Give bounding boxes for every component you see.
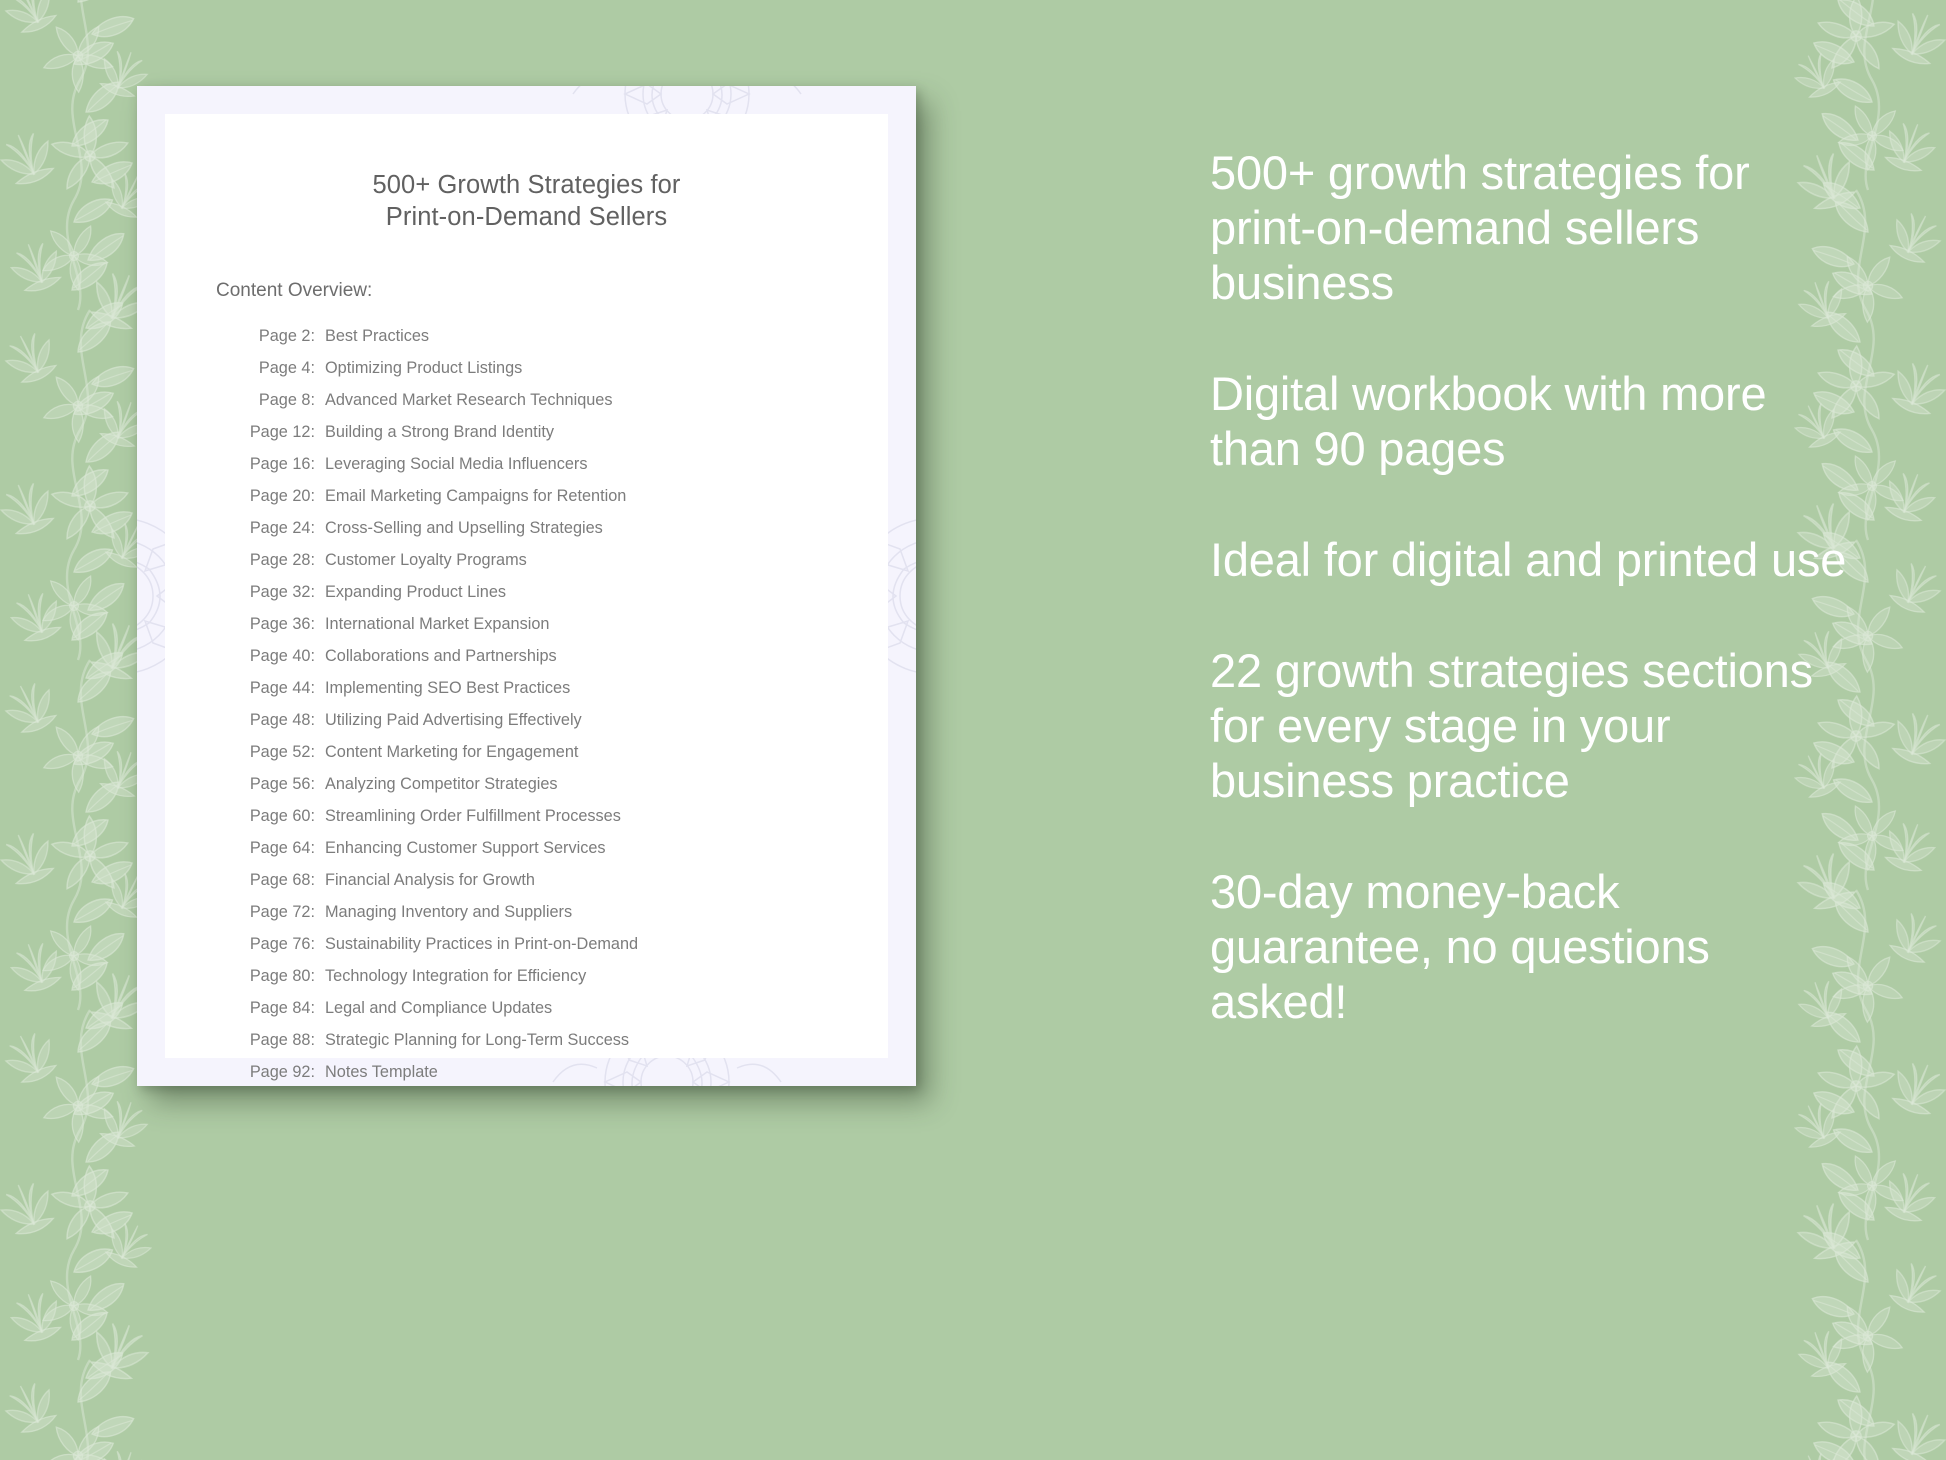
toc-row[interactable]: Page 68: Financial Analysis for Growth bbox=[241, 864, 888, 896]
toc-entry-title: Technology Integration for Efficiency bbox=[325, 966, 587, 985]
toc-page-number: Page 40: bbox=[249, 646, 315, 665]
toc-entry-title: Enhancing Customer Support Services bbox=[325, 838, 606, 857]
toc-entry-title: Email Marketing Campaigns for Retention bbox=[325, 486, 627, 505]
toc-page-number: Page 20: bbox=[249, 486, 315, 505]
toc-entry-title: Advanced Market Research Techniques bbox=[325, 391, 613, 410]
toc-page-number: Page 72: bbox=[249, 902, 315, 921]
toc-entry-title: Leveraging Social Media Influencers bbox=[325, 455, 588, 473]
toc-page-number: Page 52: bbox=[249, 742, 315, 761]
toc-entry-title: Building a Strong Brand Identity bbox=[325, 423, 554, 442]
toc-row[interactable]: Page 20: Email Marketing Campaigns for Re… bbox=[241, 480, 888, 512]
toc-page-number: Page 88: bbox=[249, 1030, 315, 1049]
toc-entry-title: International Market Expansion bbox=[325, 614, 550, 633]
toc-entry-title: Expanding Product Lines bbox=[325, 582, 507, 601]
toc-page-number: Page 32: bbox=[249, 582, 315, 601]
toc-page-number: Page 8: bbox=[258, 391, 315, 410]
toc-page-number: Page 64: bbox=[249, 838, 315, 857]
toc-row[interactable]: Page 88: Strategic Planning for Long-Term… bbox=[241, 1024, 888, 1056]
content-overview-label: Content Overview: bbox=[216, 280, 373, 302]
sales-copy-list: 500+ growth strategies for print-on-dema… bbox=[1210, 146, 1850, 1030]
toc-row[interactable]: Page 40: Collaborations and Partnerships bbox=[241, 640, 888, 672]
toc-page-number: Page 92: bbox=[249, 1062, 315, 1081]
document-preview-card[interactable]: 500+ Growth Strategies for Print-on-Dema… bbox=[137, 86, 916, 1086]
toc-row[interactable]: Page 76: Sustainability Practices in Prin… bbox=[241, 928, 888, 960]
toc-row[interactable]: Page 72: Managing Inventory and Suppliers bbox=[241, 896, 888, 928]
toc-row[interactable]: Page 56: Analyzing Competitor Strategies bbox=[241, 768, 888, 800]
toc-entry-title: Cross-Selling and Upselling Strategies bbox=[325, 518, 603, 537]
toc-row[interactable]: Page 92: Notes Template bbox=[241, 1056, 888, 1086]
toc-entry-title: Best Practices bbox=[325, 327, 430, 346]
toc-page-number: Page 48: bbox=[249, 710, 315, 729]
table-of-contents: Page 2: Best Practices Page 4: Optimizing P… bbox=[241, 320, 888, 1086]
toc-page-number: Page 68: bbox=[249, 870, 315, 889]
page-title: 500+ Growth Strategies for Print-on-Dema… bbox=[165, 170, 888, 233]
toc-row[interactable]: Page 16: Leveraging Social Media Influenc… bbox=[241, 448, 888, 480]
toc-entry-title: Optimizing Product Listings bbox=[325, 359, 523, 378]
toc-row[interactable]: Page 24: Cross-Selling and Upselling Stra… bbox=[241, 512, 888, 544]
toc-entry-title: Financial Analysis for Growth bbox=[325, 870, 535, 889]
toc-page-number: Page 12: bbox=[249, 423, 315, 442]
toc-page-number: Page 56: bbox=[249, 774, 315, 793]
toc-entry-title: Customer Loyalty Programs bbox=[325, 550, 527, 569]
toc-row[interactable]: Page 80: Technology Integration for Effic… bbox=[241, 960, 888, 992]
toc-row[interactable]: Page 2: Best Practices bbox=[241, 320, 888, 352]
sales-copy-point: Digital workbook with more than 90 pages bbox=[1210, 366, 1767, 475]
toc-row[interactable]: Page 8: Advanced Market Research Techniqu… bbox=[241, 384, 888, 416]
toc-page-number: Page 4: bbox=[258, 359, 315, 378]
toc-row[interactable]: Page 28: Customer Loyalty Programs bbox=[241, 544, 888, 576]
toc-page-number: Page 36: bbox=[249, 614, 315, 633]
toc-entry-title: Implementing SEO Best Practices bbox=[325, 678, 571, 697]
toc-row[interactable]: Page 12: Building a Strong Brand Identity bbox=[241, 416, 888, 448]
toc-page-number: Page 2: bbox=[258, 327, 315, 346]
toc-entry-title: Strategic Planning for Long-Term Success bbox=[325, 1030, 630, 1049]
toc-entry-title: Sustainability Practices in Print-on-Dem… bbox=[325, 934, 639, 953]
page-title-line-1: 500+ Growth Strategies for bbox=[372, 171, 681, 199]
toc-page-number: Page 24: bbox=[249, 518, 315, 537]
toc-entry-title: Collaborations and Partnerships bbox=[325, 646, 557, 665]
toc-page-number: Page 84: bbox=[249, 998, 315, 1017]
document-page: 500+ Growth Strategies for Print-on-Dema… bbox=[165, 114, 888, 1080]
toc-entry-title: Legal and Compliance Updates bbox=[325, 998, 553, 1017]
toc-row[interactable]: Page 64: Enhancing Customer Support Servi… bbox=[241, 832, 888, 864]
toc-row[interactable]: Page 84: Legal and Compliance Updates bbox=[241, 992, 888, 1024]
toc-row[interactable]: Page 44: Implementing SEO Best Practices bbox=[241, 672, 888, 704]
toc-page-number: Page 16: bbox=[249, 455, 315, 473]
toc-row[interactable]: Page 32: Expanding Product Lines bbox=[241, 576, 888, 608]
toc-page-number: Page 44: bbox=[249, 678, 315, 697]
toc-entry-title: Managing Inventory and Suppliers bbox=[325, 902, 573, 921]
sales-copy-point: 30-day money-back guarantee, no question… bbox=[1210, 864, 1710, 1028]
toc-row[interactable]: Page 60: Streamlining Order Fulfillment P… bbox=[241, 800, 888, 832]
sales-copy-point: Ideal for digital and printed use bbox=[1210, 532, 1847, 586]
toc-row[interactable]: Page 36: International Market Expansion bbox=[241, 608, 888, 640]
toc-entry-title: Notes Template bbox=[325, 1062, 438, 1081]
toc-entry-title: Content Marketing for Engagement bbox=[325, 742, 579, 761]
page-title-line-2: Print-on-Demand Sellers bbox=[385, 202, 668, 231]
toc-page-number: Page 28: bbox=[249, 550, 315, 569]
toc-row[interactable]: Page 48: Utilizing Paid Advertising Effec… bbox=[241, 704, 888, 736]
toc-entry-title: Streamlining Order Fulfillment Processes bbox=[325, 806, 621, 825]
toc-entry-title: Analyzing Competitor Strategies bbox=[325, 774, 558, 793]
toc-row[interactable]: Page 4: Optimizing Product Listings bbox=[241, 352, 888, 384]
toc-row[interactable]: Page 52: Content Marketing for Engagement bbox=[241, 736, 888, 768]
toc-page-number: Page 76: bbox=[249, 934, 315, 953]
toc-entry-title: Utilizing Paid Advertising Effectively bbox=[325, 710, 582, 729]
toc-page-number: Page 60: bbox=[249, 806, 315, 825]
sales-copy-point: 22 growth strategies sections for every … bbox=[1210, 643, 1813, 807]
sales-copy-point: 500+ growth strategies for print-on-dema… bbox=[1210, 146, 1750, 309]
toc-page-number: Page 80: bbox=[249, 966, 315, 985]
